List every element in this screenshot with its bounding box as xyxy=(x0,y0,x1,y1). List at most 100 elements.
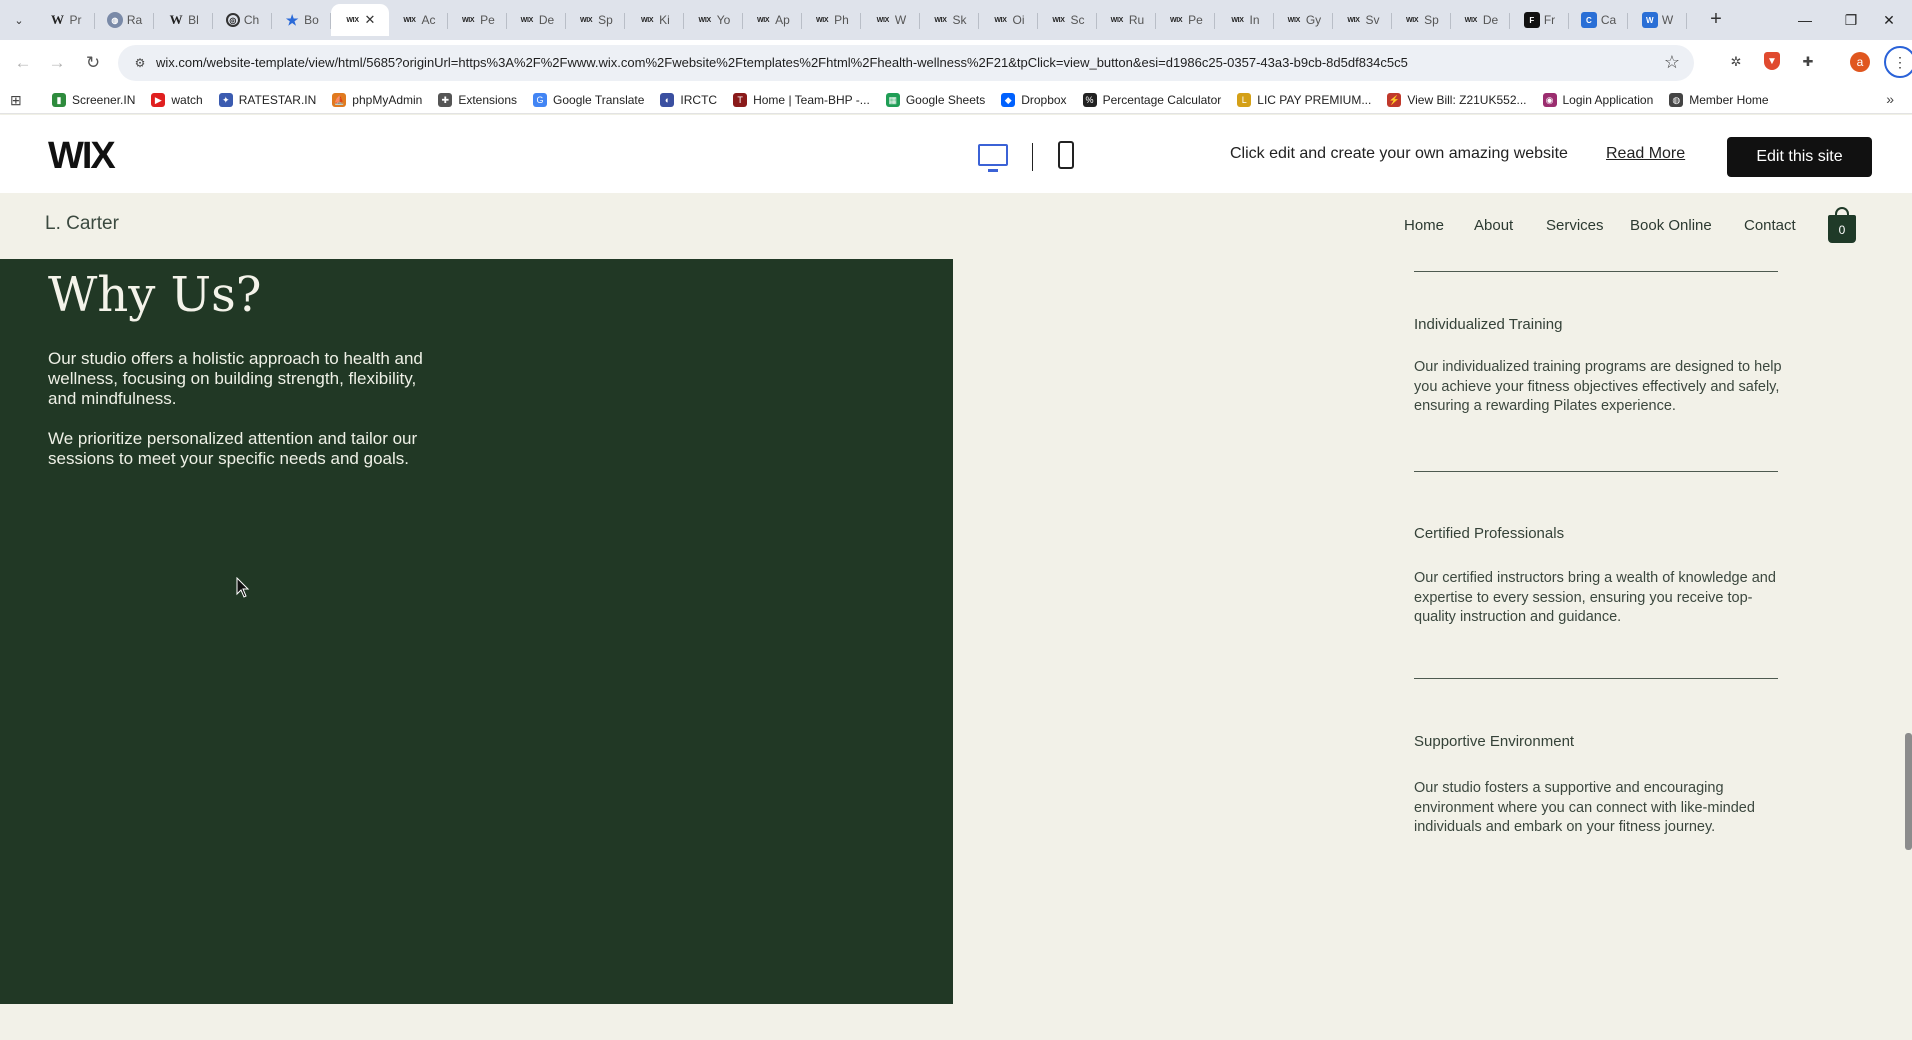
tab-label: In xyxy=(1249,13,1260,27)
wix-logo[interactable]: WIX xyxy=(48,135,116,178)
bookmark-item[interactable]: ⚡ View Bill: Z21UK552... xyxy=(1387,91,1527,109)
page-scrollbar-thumb[interactable] xyxy=(1905,733,1912,850)
tab-label: Sv xyxy=(1365,13,1380,27)
site-info-icon[interactable]: ⚙ xyxy=(132,55,148,71)
wix-favicon-icon: WIX xyxy=(1464,16,1478,24)
browser-tab[interactable]: ★ Bo xyxy=(272,4,331,36)
browser-tab[interactable]: WIX Ap xyxy=(743,4,802,36)
bookmark-favicon-icon: ◉ xyxy=(1542,93,1557,107)
browser-tab[interactable]: WIX Sp xyxy=(566,4,625,36)
browser-tab[interactable]: WIX Yo xyxy=(684,4,743,36)
bookmark-item[interactable]: L LIC PAY PREMIUM... xyxy=(1237,91,1371,109)
browser-tab[interactable]: F Fr xyxy=(1510,4,1569,36)
forward-button[interactable]: → xyxy=(44,50,70,76)
reload-button[interactable]: ↻ xyxy=(80,50,106,76)
nav-services-label: Services xyxy=(1546,217,1604,234)
nav-home[interactable]: Home xyxy=(1404,217,1444,234)
close-tab-icon[interactable]: ✕ xyxy=(365,12,376,28)
nav-about[interactable]: About xyxy=(1474,217,1513,234)
feature-title-1: Individualized Training xyxy=(1414,316,1563,333)
browser-tab[interactable]: WIX Ac xyxy=(389,4,448,36)
browser-tab[interactable]: WIX Oi xyxy=(979,4,1038,36)
browser-tab[interactable]: WIX Ph xyxy=(802,4,861,36)
bookmark-item[interactable]: ◆ Dropbox xyxy=(1001,91,1067,109)
minimize-button[interactable]: — xyxy=(1782,0,1828,40)
feature-desc-2: Our certified instructors bring a wealth… xyxy=(1414,570,1776,625)
bookmark-item[interactable]: ▦ Google Sheets xyxy=(885,91,985,109)
bookmark-item[interactable]: ◍ Member Home xyxy=(1669,91,1769,109)
apps-grid-icon[interactable]: ⊞ xyxy=(10,92,22,109)
device-divider xyxy=(1032,143,1033,171)
browser-tab[interactable]: W Pr xyxy=(36,4,95,36)
tab-label: De xyxy=(1482,13,1499,27)
bookmark-label: Percentage Calculator xyxy=(1102,93,1222,107)
w-favicon-icon: W xyxy=(169,12,183,27)
read-more-link[interactable]: Read More xyxy=(1606,145,1685,163)
new-tab-button[interactable]: + xyxy=(1704,8,1728,32)
bookmark-item[interactable]: ▮ Screener.IN xyxy=(52,91,135,109)
browser-tab[interactable]: WIX Ru xyxy=(1097,4,1156,36)
bookmark-item[interactable]: ⛵ phpMyAdmin xyxy=(332,91,422,109)
tab-label: Fr xyxy=(1543,13,1556,27)
wix-template-bar: WIX Click edit and create your own amazi… xyxy=(0,115,1912,193)
browser-tab[interactable]: WW xyxy=(1628,4,1687,36)
bookmark-item[interactable]: ▶ watch xyxy=(151,91,203,109)
chat-favicon-icon: ◎ xyxy=(225,13,240,27)
mobile-view-button[interactable] xyxy=(1058,141,1074,169)
tab-label: Sk xyxy=(952,13,967,27)
bookmark-item[interactable]: G Google Translate xyxy=(533,91,644,109)
back-button[interactable]: ← xyxy=(10,50,36,76)
url-text[interactable]: wix.com/website-template/view/html/5685?… xyxy=(156,55,1408,70)
browser-tab[interactable]: WIX Sv xyxy=(1333,4,1392,36)
browser-tab[interactable]: WIX Sc xyxy=(1038,4,1097,36)
desktop-view-button[interactable] xyxy=(978,141,1008,172)
browser-toolbar: ← → ↻ ⚙ wix.com/website-template/view/ht… xyxy=(0,40,1912,86)
brave-shield-icon[interactable]: ▼ xyxy=(1764,52,1780,70)
bookmark-favicon-icon: ▦ xyxy=(885,93,900,107)
bookmark-favicon-icon: ⛵ xyxy=(332,93,347,107)
nav-book-online[interactable]: Book Online xyxy=(1630,217,1712,234)
address-bar[interactable]: ⚙ wix.com/website-template/view/html/568… xyxy=(118,45,1694,81)
extension-gear-icon[interactable]: ✲ xyxy=(1726,52,1746,72)
browser-tab[interactable]: WIX Pe xyxy=(448,4,507,36)
edit-site-button[interactable]: Edit this site xyxy=(1727,137,1872,177)
browser-tab[interactable]: W Bl xyxy=(154,4,213,36)
profile-avatar[interactable]: a xyxy=(1850,52,1870,72)
bookmark-item[interactable]: ✦ RATESTAR.IN xyxy=(218,91,316,109)
browser-tab[interactable]: ◎ Ch xyxy=(213,4,272,36)
site-brand[interactable]: L. Carter xyxy=(45,213,119,235)
tab-search-chevron-icon[interactable]: ⌄ xyxy=(8,9,30,31)
extensions-puzzle-icon[interactable]: ✚ xyxy=(1798,52,1818,72)
bookmark-item[interactable]: ◉ Login Application xyxy=(1542,91,1653,109)
browser-tab[interactable]: WIX De xyxy=(1451,4,1510,36)
bookmark-item[interactable]: ✚ Extensions xyxy=(438,91,517,109)
tab-label: W xyxy=(1661,13,1674,27)
tab-active[interactable]: WIX ✕ xyxy=(331,4,389,36)
bookmarks-bar: ⊞ ▮ Screener.IN ▶ watch ✦ RATESTAR.IN ⛵ phpMyAd… xyxy=(0,86,1912,114)
more-bookmarks-icon[interactable]: » xyxy=(1886,91,1894,107)
feature-divider xyxy=(1414,271,1778,272)
bookmark-item[interactable]: % Percentage Calculator xyxy=(1082,91,1222,109)
bookmark-item[interactable]: T Home | Team-BHP -... xyxy=(733,91,870,109)
browser-tab[interactable]: WIX Gy xyxy=(1274,4,1333,36)
tab-label: Ca xyxy=(1600,13,1617,27)
bookmark-item[interactable]: ◐ IRCTC xyxy=(660,91,717,109)
browser-tab[interactable]: WIX Sp xyxy=(1392,4,1451,36)
browser-tab[interactable]: ◍ Ra xyxy=(95,4,154,36)
browser-tab[interactable]: WIX Pe xyxy=(1156,4,1215,36)
bookmark-star-icon[interactable]: ☆ xyxy=(1664,52,1680,73)
browser-tab[interactable]: WIX Sk xyxy=(920,4,979,36)
browser-tab[interactable]: C Ca xyxy=(1569,4,1628,36)
nav-contact[interactable]: Contact xyxy=(1744,217,1796,234)
cart-button[interactable]: 0 xyxy=(1828,207,1856,243)
close-window-button[interactable]: ✕ xyxy=(1866,0,1912,40)
browser-tab[interactable]: WIX In xyxy=(1215,4,1274,36)
bookmark-list: ▮ Screener.IN ▶ watch ✦ RATESTAR.IN ⛵ phpMyAdmi… xyxy=(52,91,1785,109)
browser-tab[interactable]: WIX W xyxy=(861,4,920,36)
wix-favicon-icon: WIX xyxy=(698,16,712,24)
nav-services[interactable]: Services xyxy=(1546,217,1604,234)
nav-book-online-label: Book Online xyxy=(1630,217,1712,234)
browser-tab[interactable]: WIX Ki xyxy=(625,4,684,36)
browser-tab[interactable]: WIX De xyxy=(507,4,566,36)
browser-menu-icon[interactable]: ⋮ xyxy=(1884,46,1912,78)
